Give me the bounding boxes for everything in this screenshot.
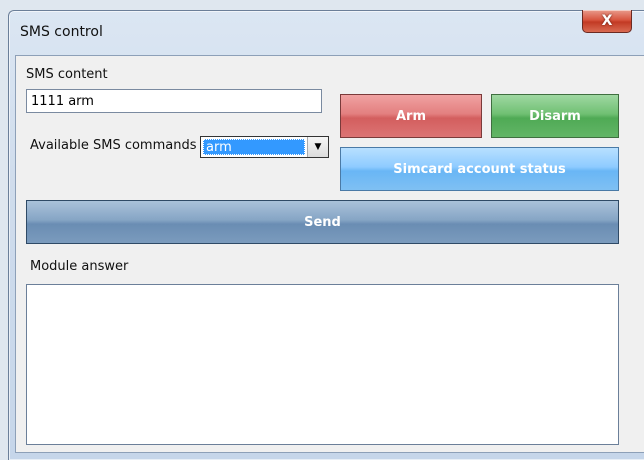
send-button[interactable]: Send bbox=[26, 200, 619, 244]
simcard-status-button[interactable]: Simcard account status bbox=[340, 147, 619, 191]
module-answer-label: Module answer bbox=[30, 259, 129, 274]
sms-content-label: SMS content bbox=[26, 67, 108, 82]
module-answer-textarea[interactable] bbox=[26, 284, 619, 445]
window-title: SMS control bbox=[20, 24, 103, 40]
close-button[interactable]: X bbox=[582, 10, 632, 33]
sms-commands-select[interactable]: arm ▼ bbox=[200, 136, 329, 158]
disarm-button[interactable]: Disarm bbox=[491, 94, 619, 138]
sms-commands-label: Available SMS commands bbox=[30, 138, 197, 153]
arm-button[interactable]: Arm bbox=[340, 94, 482, 138]
chevron-down-icon[interactable]: ▼ bbox=[307, 137, 328, 157]
sms-commands-selected-value: arm bbox=[203, 139, 305, 155]
close-icon: X bbox=[601, 13, 613, 29]
sms-content-input[interactable] bbox=[26, 89, 322, 113]
